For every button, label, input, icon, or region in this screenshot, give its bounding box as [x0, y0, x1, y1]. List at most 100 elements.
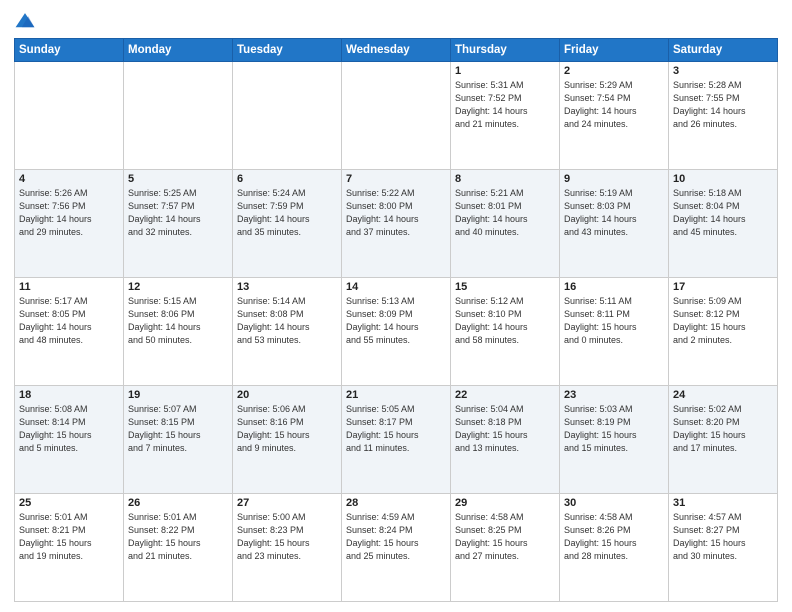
day-info: Sunrise: 5:19 AMSunset: 8:03 PMDaylight:… — [564, 187, 664, 239]
day-info: Sunrise: 5:03 AMSunset: 8:19 PMDaylight:… — [564, 403, 664, 455]
day-info: Sunrise: 5:24 AMSunset: 7:59 PMDaylight:… — [237, 187, 337, 239]
day-info: Sunrise: 5:06 AMSunset: 8:16 PMDaylight:… — [237, 403, 337, 455]
day-info: Sunrise: 5:26 AMSunset: 7:56 PMDaylight:… — [19, 187, 119, 239]
day-number: 8 — [455, 173, 555, 185]
day-info: Sunrise: 5:14 AMSunset: 8:08 PMDaylight:… — [237, 295, 337, 347]
day-info: Sunrise: 4:57 AMSunset: 8:27 PMDaylight:… — [673, 511, 773, 563]
day-number: 31 — [673, 497, 773, 509]
day-info: Sunrise: 5:13 AMSunset: 8:09 PMDaylight:… — [346, 295, 446, 347]
calendar-cell: 29 Sunrise: 4:58 AMSunset: 8:25 PMDayligh… — [451, 494, 560, 602]
logo-icon — [14, 10, 36, 32]
day-info: Sunrise: 5:15 AMSunset: 8:06 PMDaylight:… — [128, 295, 228, 347]
calendar-cell: 28 Sunrise: 4:59 AMSunset: 8:24 PMDayligh… — [342, 494, 451, 602]
calendar-cell: 25 Sunrise: 5:01 AMSunset: 8:21 PMDayligh… — [15, 494, 124, 602]
calendar-cell: 7Sunrise: 5:22 AMSunset: 8:00 PMDaylight… — [342, 170, 451, 278]
day-number: 12 — [128, 281, 228, 293]
calendar-cell: 3 Sunrise: 5:28 AMSunset: 7:55 PMDaylight… — [669, 62, 778, 170]
calendar-cell: 26 Sunrise: 5:01 AMSunset: 8:22 PMDayligh… — [124, 494, 233, 602]
calendar-cell: 17 Sunrise: 5:09 AMSunset: 8:12 PMDayligh… — [669, 278, 778, 386]
day-number: 9 — [564, 173, 664, 185]
day-header-sunday: Sunday — [15, 39, 124, 62]
day-info: Sunrise: 5:02 AMSunset: 8:20 PMDaylight:… — [673, 403, 773, 455]
day-number: 25 — [19, 497, 119, 509]
day-info: Sunrise: 5:01 AMSunset: 8:21 PMDaylight:… — [19, 511, 119, 563]
day-number: 2 — [564, 65, 664, 77]
day-info: Sunrise: 5:29 AMSunset: 7:54 PMDaylight:… — [564, 79, 664, 131]
week-row-5: 25 Sunrise: 5:01 AMSunset: 8:21 PMDayligh… — [15, 494, 778, 602]
day-info: Sunrise: 5:07 AMSunset: 8:15 PMDaylight:… — [128, 403, 228, 455]
day-number: 16 — [564, 281, 664, 293]
day-number: 4 — [19, 173, 119, 185]
day-number: 24 — [673, 389, 773, 401]
day-info: Sunrise: 5:12 AMSunset: 8:10 PMDaylight:… — [455, 295, 555, 347]
day-info: Sunrise: 5:09 AMSunset: 8:12 PMDaylight:… — [673, 295, 773, 347]
day-info: Sunrise: 5:08 AMSunset: 8:14 PMDaylight:… — [19, 403, 119, 455]
week-row-3: 11Sunrise: 5:17 AMSunset: 8:05 PMDayligh… — [15, 278, 778, 386]
day-header-thursday: Thursday — [451, 39, 560, 62]
day-number: 28 — [346, 497, 446, 509]
header-row: SundayMondayTuesdayWednesdayThursdayFrid… — [15, 39, 778, 62]
day-number: 10 — [673, 173, 773, 185]
calendar-cell: 27Sunrise: 5:00 AMSunset: 8:23 PMDayligh… — [233, 494, 342, 602]
day-info: Sunrise: 4:59 AMSunset: 8:24 PMDaylight:… — [346, 511, 446, 563]
calendar-cell: 9 Sunrise: 5:19 AMSunset: 8:03 PMDaylight… — [560, 170, 669, 278]
day-info: Sunrise: 4:58 AMSunset: 8:25 PMDaylight:… — [455, 511, 555, 563]
day-header-monday: Monday — [124, 39, 233, 62]
day-info: Sunrise: 5:01 AMSunset: 8:22 PMDaylight:… — [128, 511, 228, 563]
day-info: Sunrise: 5:31 AMSunset: 7:52 PMDaylight:… — [455, 79, 555, 131]
day-info: Sunrise: 5:22 AMSunset: 8:00 PMDaylight:… — [346, 187, 446, 239]
calendar-cell: 16Sunrise: 5:11 AMSunset: 8:11 PMDayligh… — [560, 278, 669, 386]
day-number: 1 — [455, 65, 555, 77]
calendar-cell: 21Sunrise: 5:05 AMSunset: 8:17 PMDayligh… — [342, 386, 451, 494]
calendar-cell: 2 Sunrise: 5:29 AMSunset: 7:54 PMDaylight… — [560, 62, 669, 170]
calendar-cell: 12 Sunrise: 5:15 AMSunset: 8:06 PMDayligh… — [124, 278, 233, 386]
page: SundayMondayTuesdayWednesdayThursdayFrid… — [0, 0, 792, 612]
calendar-cell: 31 Sunrise: 4:57 AMSunset: 8:27 PMDayligh… — [669, 494, 778, 602]
calendar-cell: 5 Sunrise: 5:25 AMSunset: 7:57 PMDaylight… — [124, 170, 233, 278]
day-header-tuesday: Tuesday — [233, 39, 342, 62]
week-row-4: 18 Sunrise: 5:08 AMSunset: 8:14 PMDayligh… — [15, 386, 778, 494]
calendar-cell: 4 Sunrise: 5:26 AMSunset: 7:56 PMDaylight… — [15, 170, 124, 278]
calendar-cell — [233, 62, 342, 170]
day-number: 3 — [673, 65, 773, 77]
day-number: 19 — [128, 389, 228, 401]
day-header-wednesday: Wednesday — [342, 39, 451, 62]
calendar-cell: 13 Sunrise: 5:14 AMSunset: 8:08 PMDayligh… — [233, 278, 342, 386]
day-info: Sunrise: 5:28 AMSunset: 7:55 PMDaylight:… — [673, 79, 773, 131]
calendar-cell: 20 Sunrise: 5:06 AMSunset: 8:16 PMDayligh… — [233, 386, 342, 494]
calendar-cell: 8 Sunrise: 5:21 AMSunset: 8:01 PMDaylight… — [451, 170, 560, 278]
day-header-saturday: Saturday — [669, 39, 778, 62]
calendar-cell: 11Sunrise: 5:17 AMSunset: 8:05 PMDayligh… — [15, 278, 124, 386]
day-number: 23 — [564, 389, 664, 401]
day-number: 29 — [455, 497, 555, 509]
day-number: 13 — [237, 281, 337, 293]
calendar-table: SundayMondayTuesdayWednesdayThursdayFrid… — [14, 38, 778, 602]
day-info: Sunrise: 5:21 AMSunset: 8:01 PMDaylight:… — [455, 187, 555, 239]
calendar-cell: 15Sunrise: 5:12 AMSunset: 8:10 PMDayligh… — [451, 278, 560, 386]
day-number: 6 — [237, 173, 337, 185]
day-info: Sunrise: 5:25 AMSunset: 7:57 PMDaylight:… — [128, 187, 228, 239]
day-number: 14 — [346, 281, 446, 293]
calendar-cell — [15, 62, 124, 170]
day-number: 22 — [455, 389, 555, 401]
day-number: 18 — [19, 389, 119, 401]
calendar-cell: 23 Sunrise: 5:03 AMSunset: 8:19 PMDayligh… — [560, 386, 669, 494]
calendar-cell: 19 Sunrise: 5:07 AMSunset: 8:15 PMDayligh… — [124, 386, 233, 494]
calendar-cell: 1 Sunrise: 5:31 AMSunset: 7:52 PMDaylight… — [451, 62, 560, 170]
day-number: 17 — [673, 281, 773, 293]
calendar-cell: 10Sunrise: 5:18 AMSunset: 8:04 PMDayligh… — [669, 170, 778, 278]
day-info: Sunrise: 5:00 AMSunset: 8:23 PMDaylight:… — [237, 511, 337, 563]
day-number: 26 — [128, 497, 228, 509]
calendar-cell — [124, 62, 233, 170]
calendar-cell — [342, 62, 451, 170]
day-info: Sunrise: 5:05 AMSunset: 8:17 PMDaylight:… — [346, 403, 446, 455]
day-info: Sunrise: 4:58 AMSunset: 8:26 PMDaylight:… — [564, 511, 664, 563]
day-number: 20 — [237, 389, 337, 401]
calendar-cell: 30Sunrise: 4:58 AMSunset: 8:26 PMDayligh… — [560, 494, 669, 602]
calendar-cell: 18 Sunrise: 5:08 AMSunset: 8:14 PMDayligh… — [15, 386, 124, 494]
day-header-friday: Friday — [560, 39, 669, 62]
day-number: 5 — [128, 173, 228, 185]
calendar-cell: 6 Sunrise: 5:24 AMSunset: 7:59 PMDaylight… — [233, 170, 342, 278]
week-row-2: 4 Sunrise: 5:26 AMSunset: 7:56 PMDaylight… — [15, 170, 778, 278]
day-number: 11 — [19, 281, 119, 293]
